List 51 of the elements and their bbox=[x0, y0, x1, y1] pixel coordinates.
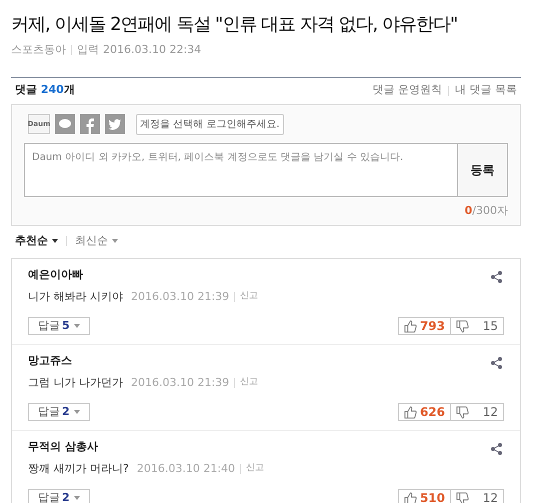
dislike-button[interactable]: 12 bbox=[451, 404, 503, 420]
report-link[interactable]: 신고 bbox=[246, 462, 264, 476]
sort-tab[interactable]: 최신순 bbox=[75, 232, 118, 250]
header-link[interactable]: 내 댓글 목록 bbox=[455, 82, 517, 99]
thumbs-up-icon bbox=[404, 406, 417, 418]
caret-icon bbox=[52, 239, 58, 243]
thumbs-down-icon bbox=[456, 406, 469, 418]
speech-bubble-icon[interactable] bbox=[55, 114, 75, 134]
comment-count: 댓글 240개 bbox=[15, 82, 75, 98]
sort-tab[interactable]: 추천순 bbox=[15, 232, 58, 250]
dislike-button[interactable]: 15 bbox=[451, 318, 503, 334]
comment-author: 망고쥬스 bbox=[28, 353, 72, 369]
character-counter: 0/300자 bbox=[464, 202, 508, 218]
comment-text: 그럼 니가 나가던가 bbox=[28, 374, 123, 390]
caret-icon bbox=[74, 410, 80, 414]
like-button[interactable]: 626 bbox=[399, 404, 451, 420]
article-title: 커제, 이세돌 2연패에 독설 "인류 대표 자격 없다, 야유한다" bbox=[11, 13, 458, 37]
comment-author: 무적의 삼총사 bbox=[28, 439, 98, 455]
comment-datetime: 2016.03.10 21:40 bbox=[136, 460, 236, 476]
dislike-button[interactable]: 12 bbox=[451, 490, 503, 503]
share-icon[interactable] bbox=[491, 271, 502, 283]
caret-icon bbox=[74, 496, 80, 500]
login-tooltip: 계정을 선택해 로그인해주세요. bbox=[136, 114, 284, 134]
thumbs-down-icon bbox=[456, 320, 469, 332]
comment-datetime: 2016.03.10 21:39 bbox=[131, 374, 230, 390]
header-link[interactable]: 댓글 운영원칙 bbox=[372, 82, 442, 99]
thumbs-up-icon bbox=[404, 320, 417, 332]
reply-button[interactable]: 답글 2 bbox=[28, 489, 90, 503]
thumbs-down-icon bbox=[456, 492, 469, 503]
comment-datetime: 2016.03.10 21:39 bbox=[131, 288, 230, 304]
comment-text: 짱깨 새끼가 머라니? bbox=[28, 460, 129, 476]
caret-icon bbox=[74, 324, 80, 328]
reply-button[interactable]: 답글 2 bbox=[28, 403, 90, 421]
comment-text: 니가 해봐라 시키야 bbox=[28, 288, 123, 304]
source-name: 스포츠동아 bbox=[11, 42, 66, 58]
like-button[interactable]: 510 bbox=[399, 490, 451, 503]
comment-author: 예은이아빠 bbox=[28, 267, 83, 283]
submit-button[interactable]: 등록 bbox=[458, 142, 508, 196]
bird-icon[interactable] bbox=[105, 114, 125, 134]
comment-input-field[interactable]: Daum 아이디 외 카카오, 트위터, 페이스북 계정으로도 댓글을 남기실 수 있습니다. bbox=[24, 142, 458, 196]
like-button[interactable]: 793 bbox=[399, 318, 451, 334]
caret-icon bbox=[112, 239, 118, 243]
article-datetime: 2016.03.10 22:34 bbox=[103, 42, 202, 58]
report-link[interactable]: 신고 bbox=[240, 290, 258, 304]
share-icon[interactable] bbox=[491, 357, 502, 369]
report-link[interactable]: 신고 bbox=[240, 376, 258, 390]
input-label: 입력 bbox=[77, 42, 99, 58]
facebook-icon[interactable] bbox=[80, 114, 100, 134]
reply-button[interactable]: 답글 5 bbox=[28, 317, 90, 335]
share-icon[interactable] bbox=[491, 443, 502, 455]
thumbs-up-icon bbox=[404, 492, 417, 503]
